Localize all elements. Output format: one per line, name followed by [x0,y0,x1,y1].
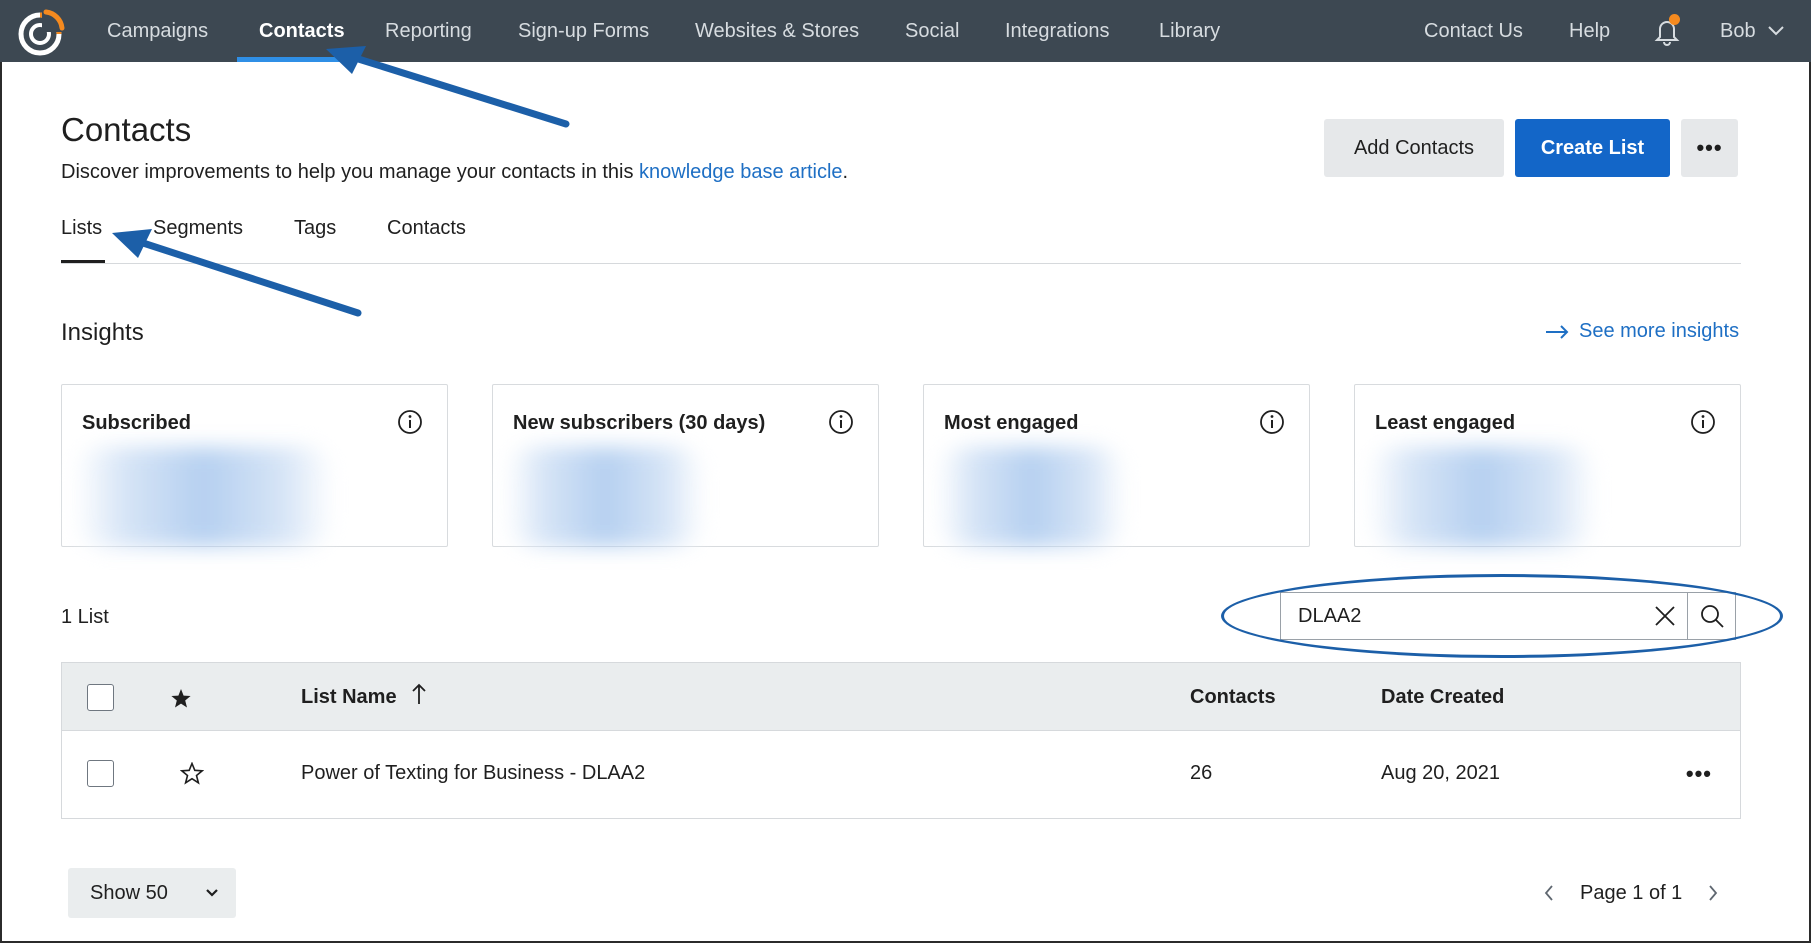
row-more-actions-button[interactable]: ••• [1686,761,1712,787]
info-icon[interactable] [1690,409,1716,435]
see-more-insights-link[interactable]: See more insights [1545,320,1739,343]
column-header-contacts[interactable]: Contacts [1190,686,1276,709]
nav-signup-forms[interactable]: Sign-up Forms [518,0,649,62]
list-count: 1 List [61,606,109,628]
insight-card-title: Most engaged [944,412,1079,434]
star-outline-icon[interactable] [180,762,204,785]
active-nav-underline [237,57,342,62]
page-indicator: Page 1 of 1 [1580,881,1683,904]
nav-help[interactable]: Help [1569,0,1610,62]
table-header: List Name Contacts Date Created [62,663,1740,731]
subtitle-text: Discover improvements to help you manage… [61,161,640,183]
notification-dot [1669,14,1680,25]
column-header-date-created[interactable]: Date Created [1381,686,1504,709]
insight-card-least-engaged[interactable]: Least engaged [1354,384,1741,547]
blurred-metric-value [505,447,705,547]
subtitle-period: . [842,161,849,183]
list-name-cell[interactable]: Power of Texting for Business - DLAA2 [301,762,645,785]
more-actions-button[interactable]: ••• [1681,119,1738,177]
user-menu[interactable]: Bob [1720,0,1784,62]
create-list-button[interactable]: Create List [1515,119,1670,177]
chevron-down-icon [1767,26,1784,36]
lists-table: List Name Contacts Date Created Power of… [61,662,1741,819]
annotation-ellipse [1221,574,1783,658]
blurred-metric-value [936,447,1126,547]
table-row[interactable]: Power of Texting for Business - DLAA2 26… [62,731,1740,818]
previous-page-button[interactable] [1540,878,1558,908]
blurred-metric-value [1367,447,1597,547]
insight-card-title: Subscribed [82,412,191,434]
insight-card-new-subscribers[interactable]: New subscribers (30 days) [492,384,879,547]
info-icon[interactable] [1259,409,1285,435]
nav-library[interactable]: Library [1159,0,1220,62]
page-title: Contacts [61,111,192,148]
insight-card-most-engaged[interactable]: Most engaged [923,384,1310,547]
tab-segments[interactable]: Segments [153,217,243,240]
tab-lists[interactable]: Lists [61,217,102,240]
column-header-list-name[interactable]: List Name [301,686,397,709]
chevron-right-icon [1709,885,1718,901]
next-page-button[interactable] [1704,878,1722,908]
nav-contacts[interactable]: Contacts [259,0,345,62]
pagination: Page 1 of 1 [1540,868,1722,918]
contacts-count-cell: 26 [1190,762,1213,784]
nav-integrations[interactable]: Integrations [1005,0,1110,62]
nav-campaigns[interactable]: Campaigns [107,0,208,62]
knowledge-base-link[interactable]: knowledge base article [639,161,842,183]
nav-websites-stores[interactable]: Websites & Stores [695,0,859,62]
date-created-cell: Aug 20, 2021 [1381,762,1500,784]
chevron-left-icon [1544,885,1553,901]
nav-reporting[interactable]: Reporting [385,0,472,62]
star-filled-icon[interactable] [170,688,192,709]
brand-logo-icon[interactable] [16,6,68,58]
insight-card-title: New subscribers (30 days) [513,412,766,434]
page-subtitle: Discover improvements to help you manage… [61,161,848,184]
active-tab-underline [61,260,105,263]
user-name: Bob [1720,20,1756,42]
nav-social[interactable]: Social [905,0,959,62]
row-checkbox[interactable] [87,760,114,787]
info-icon[interactable] [828,409,854,435]
chevron-down-icon [206,889,218,897]
nav-contact-us[interactable]: Contact Us [1424,0,1523,62]
insights-title: Insights [61,319,144,346]
page-size-label: Show 50 [90,881,168,904]
insight-card-title: Least engaged [1375,412,1516,434]
tabs-divider [61,263,1741,264]
tab-contacts[interactable]: Contacts [387,217,466,240]
add-contacts-button[interactable]: Add Contacts [1324,119,1504,177]
blurred-metric-value [74,447,334,547]
arrow-up-icon[interactable] [412,683,426,705]
see-more-insights-label: See more insights [1579,320,1740,342]
insight-card-subscribed[interactable]: Subscribed [61,384,448,547]
arrow-right-icon [1546,324,1569,339]
select-all-checkbox[interactable] [87,684,114,711]
page-size-select[interactable]: Show 50 [68,868,236,918]
info-icon[interactable] [397,409,423,435]
tab-tags[interactable]: Tags [294,217,336,240]
top-navigation-bar: Campaigns Contacts Reporting Sign-up For… [0,0,1811,62]
